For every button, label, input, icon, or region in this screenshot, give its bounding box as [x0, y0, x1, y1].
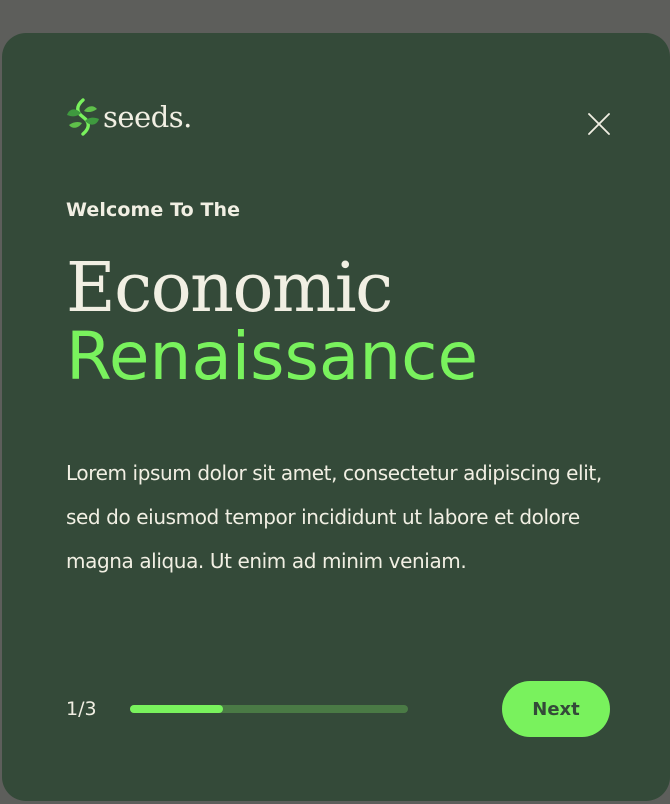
eyebrow-text: Welcome To The [66, 199, 241, 221]
title-line-1: Economic [66, 249, 393, 328]
seeds-logo-icon [67, 98, 99, 136]
progress-fill [130, 705, 223, 713]
close-icon [588, 113, 610, 135]
seeds-logo: seeds. [66, 97, 192, 137]
title-line-2: Renaissance [66, 318, 479, 395]
onboarding-modal: seeds. Welcome To The Economic Renaissan… [2, 33, 670, 801]
progress-track [130, 705, 408, 713]
step-counter: 1/3 [66, 698, 97, 720]
logo-wordmark: seeds. [103, 99, 192, 134]
body-paragraph: Lorem ipsum dolor sit amet, consectetur … [66, 461, 602, 573]
close-button[interactable] [586, 111, 612, 137]
next-button[interactable]: Next [502, 681, 610, 737]
